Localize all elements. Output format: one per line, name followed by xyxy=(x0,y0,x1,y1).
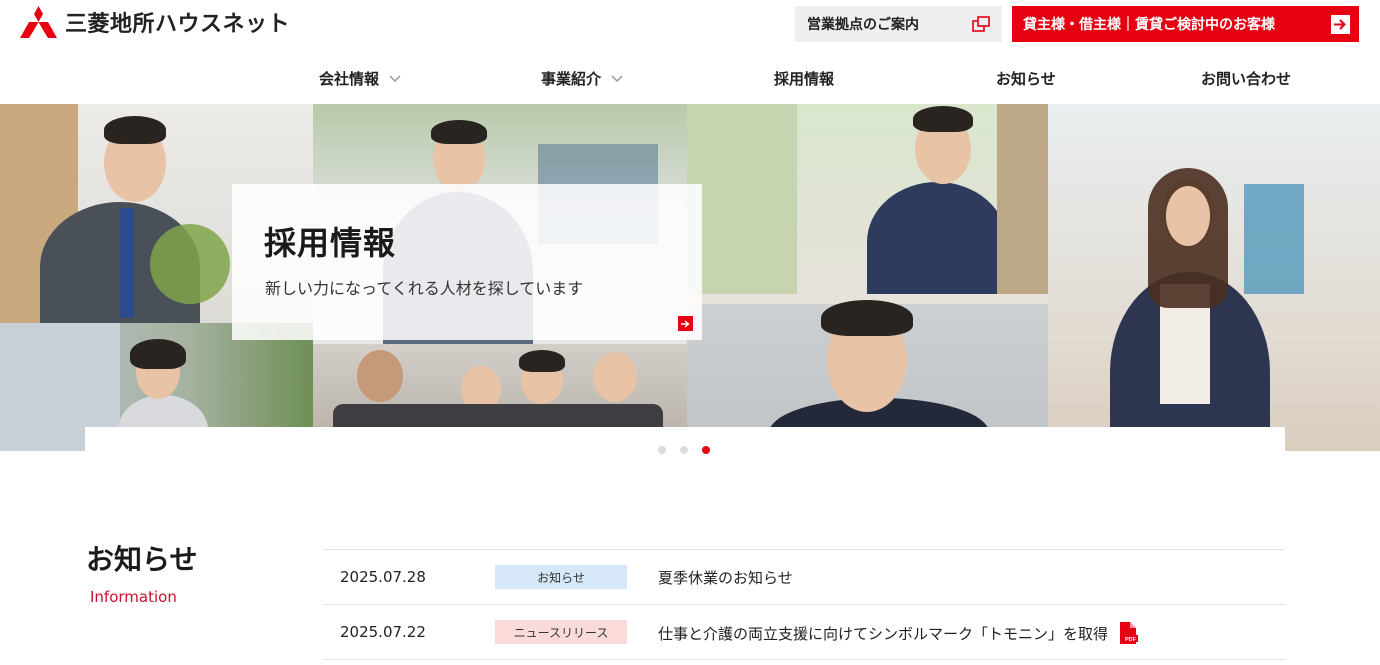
news-heading: お知らせ xyxy=(86,543,198,576)
slider-dot-active[interactable] xyxy=(702,446,710,454)
nav-item-label: 事業紹介 xyxy=(541,70,602,88)
nav-item-label: お知らせ xyxy=(996,70,1056,88)
svg-text:PDF: PDF xyxy=(1125,637,1137,643)
hero-caption-card[interactable]: 採用情報 新しい力になってくれる人材を探しています xyxy=(232,184,702,340)
photo-man-phone-smiling xyxy=(687,104,1048,294)
news-category-tag: お知らせ xyxy=(495,565,627,589)
nav-item-business[interactable]: 事業紹介 xyxy=(541,68,623,89)
owner-tenant-button[interactable]: 貸主様・借主様｜賃貸ご検討中のお客様 xyxy=(1012,6,1359,42)
arrow-right-icon xyxy=(1331,15,1350,34)
news-list: 2025.07.28 お知らせ 夏季休業のお知らせ 2025.07.22 ニュー… xyxy=(324,549,1285,660)
news-heading-en: Information xyxy=(90,588,177,606)
news-date: 2025.07.22 xyxy=(340,623,426,641)
nav-item-company[interactable]: 会社情報 xyxy=(319,68,401,89)
news-item[interactable]: 2025.07.22 ニュースリリース 仕事と介護の両立支援に向けてシンボルマー… xyxy=(324,605,1285,660)
office-locations-label: 営業拠点のご案内 xyxy=(807,17,919,33)
logo-text: 三菱地所ハウスネット xyxy=(65,12,291,37)
photo-woman-walking-office xyxy=(1048,104,1380,451)
three-diamonds-logo-icon xyxy=(20,6,57,38)
chevron-down-icon xyxy=(389,74,401,82)
arrow-right-icon[interactable] xyxy=(678,316,693,331)
slider-dot[interactable] xyxy=(658,446,666,454)
slider-dot[interactable] xyxy=(680,446,688,454)
nav-item-label: 採用情報 xyxy=(774,70,835,88)
nav-item-label: お問い合わせ xyxy=(1201,70,1292,88)
company-logo[interactable]: 三菱地所ハウスネット xyxy=(20,6,290,38)
news-title-wrap[interactable]: 仕事と介護の両立支援に向けてシンボルマーク「トモニン」を取得 PDF xyxy=(658,622,1139,644)
news-item[interactable]: 2025.07.28 お知らせ 夏季休業のお知らせ xyxy=(324,550,1285,605)
news-title: 仕事と介護の両立支援に向けてシンボルマーク「トモニン」を取得 xyxy=(658,624,1109,643)
global-nav: 会社情報 事業紹介 採用情報 お知らせ お問い合わせ xyxy=(0,56,1380,102)
news-date: 2025.07.28 xyxy=(340,568,426,586)
news-category-tag: ニュースリリース xyxy=(495,620,627,644)
nav-item-contact[interactable]: お問い合わせ xyxy=(1201,68,1291,89)
owner-tenant-label: 貸主様・借主様｜賃貸ご検討中のお客様 xyxy=(1023,17,1275,33)
hero-slider[interactable]: 採用情報 新しい力になってくれる人材を探しています xyxy=(0,104,1380,451)
external-window-icon xyxy=(972,16,990,32)
nav-item-news[interactable]: お知らせ xyxy=(996,68,1056,89)
nav-item-recruit[interactable]: 採用情報 xyxy=(774,68,834,89)
chevron-down-icon xyxy=(611,74,623,82)
hero-title: 採用情報 xyxy=(264,224,397,262)
news-title: 夏季休業のお知らせ xyxy=(658,569,793,587)
news-title-wrap[interactable]: 夏季休業のお知らせ xyxy=(658,567,793,588)
nav-item-label: 会社情報 xyxy=(319,70,380,88)
slider-pagination xyxy=(658,446,710,454)
hero-subtitle: 新しい力になってくれる人材を探しています xyxy=(265,279,584,298)
office-locations-button[interactable]: 営業拠点のご案内 xyxy=(795,6,1002,42)
pdf-icon: PDF xyxy=(1120,622,1139,644)
